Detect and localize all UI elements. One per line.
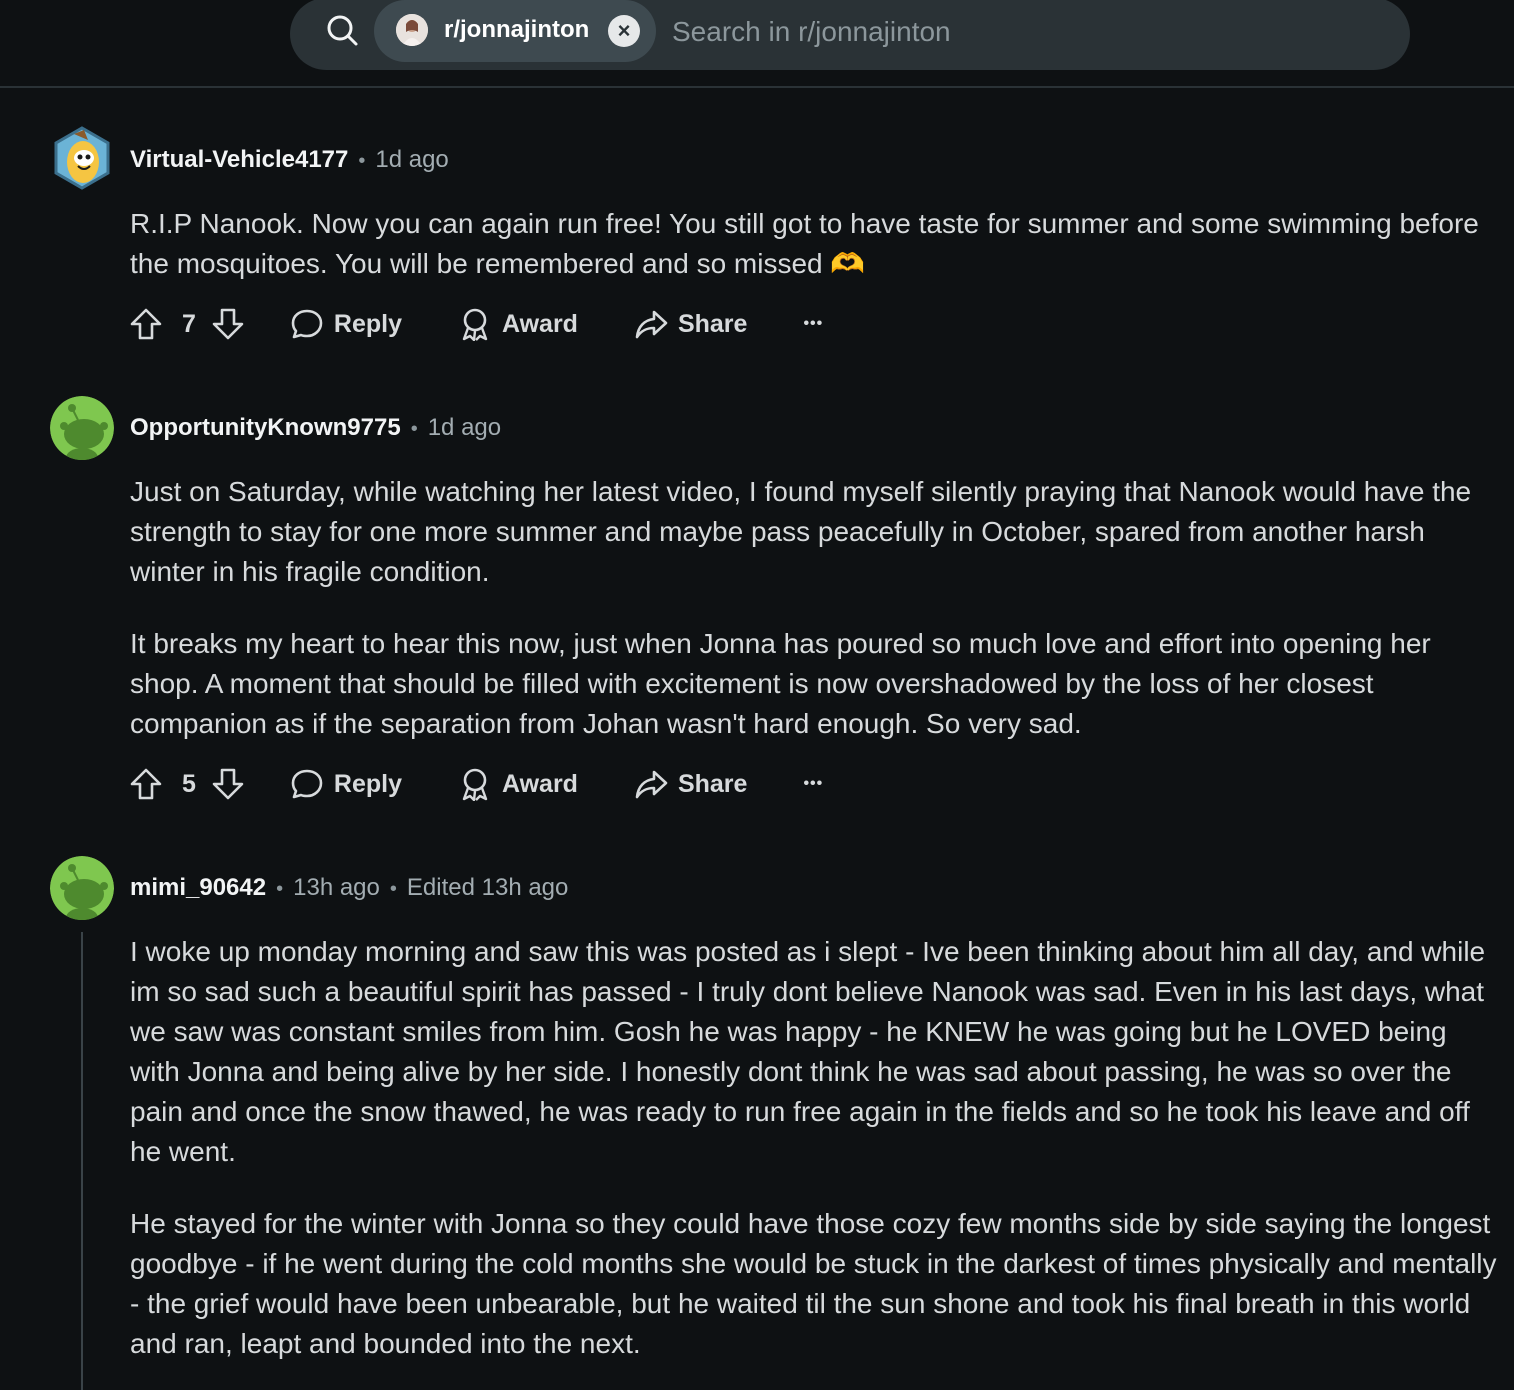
comment-paragraph: R.I.P Nanook. Now you can again run free… xyxy=(130,208,1479,279)
author-name[interactable]: Virtual-Vehicle4177 xyxy=(130,146,348,173)
author-name[interactable]: OpportunityKnown9775 xyxy=(130,414,401,441)
share-icon xyxy=(634,767,668,801)
downvote-icon[interactable] xyxy=(210,306,246,342)
comment-actions: 5 Reply Award Share ••• xyxy=(128,762,823,806)
comment-actions: 7 Reply Award Share ••• xyxy=(128,302,823,346)
meta-separator: • xyxy=(276,878,284,900)
downvote-icon[interactable] xyxy=(210,766,246,802)
comment-body: Just on Saturday, while watching her lat… xyxy=(130,472,1500,744)
close-icon[interactable]: × xyxy=(608,15,640,47)
share-button[interactable]: Share xyxy=(634,307,747,341)
award-button[interactable]: Award xyxy=(458,307,578,341)
reply-icon xyxy=(290,767,324,801)
meta-separator: • xyxy=(389,878,397,900)
timestamp[interactable]: 1d ago xyxy=(428,414,501,441)
reply-button[interactable]: Reply xyxy=(290,767,402,801)
author-name[interactable]: mimi_90642 xyxy=(130,874,266,901)
avatar[interactable] xyxy=(50,126,114,190)
more-icon[interactable]: ••• xyxy=(803,315,823,333)
more-icon[interactable]: ••• xyxy=(803,775,823,793)
reply-icon xyxy=(290,307,324,341)
search-icon[interactable] xyxy=(324,12,360,48)
comment-paragraph: It breaks my heart to hear this now, jus… xyxy=(130,628,1431,739)
comment-paragraph: Just on Saturday, while watching her lat… xyxy=(130,476,1472,587)
thread-line[interactable] xyxy=(81,932,83,1390)
meta-separator: • xyxy=(358,150,366,172)
share-button[interactable]: Share xyxy=(634,767,747,801)
award-icon xyxy=(458,767,492,801)
comment-meta: Virtual-Vehicle4177 • 1d ago xyxy=(130,142,449,178)
upvote-icon[interactable] xyxy=(128,766,164,802)
vote-count: 7 xyxy=(182,309,196,338)
top-bar: r/jonnajinton × xyxy=(0,0,1514,88)
search-input[interactable] xyxy=(672,10,1372,54)
upvote-icon[interactable] xyxy=(128,306,164,342)
avatar[interactable] xyxy=(50,856,114,920)
award-label: Award xyxy=(502,309,578,338)
reply-label: Reply xyxy=(333,309,402,338)
avatar[interactable] xyxy=(50,396,114,460)
award-icon xyxy=(458,307,492,341)
comment-paragraph: I woke up monday morning and saw this wa… xyxy=(130,936,1486,1167)
award-label: Award xyxy=(502,769,578,798)
meta-separator: • xyxy=(410,418,418,440)
vote-count: 5 xyxy=(182,769,196,798)
share-label: Share xyxy=(677,769,748,798)
comment-meta: mimi_90642 • 13h ago • Edited 13h ago xyxy=(130,870,568,906)
comment-paragraph: He stayed for the winter with Jonna so t… xyxy=(130,1208,1497,1359)
share-icon xyxy=(634,307,668,341)
share-label: Share xyxy=(677,309,748,338)
award-button[interactable]: Award xyxy=(458,767,578,801)
edited-label: Edited 13h ago xyxy=(406,874,569,901)
comment-body: R.I.P Nanook. Now you can again run free… xyxy=(130,204,1500,284)
reply-label: Reply xyxy=(333,769,402,798)
comment-meta: OpportunityKnown9775 • 1d ago xyxy=(130,410,501,446)
reply-button[interactable]: Reply xyxy=(290,307,402,341)
timestamp[interactable]: 1d ago xyxy=(375,146,448,173)
community-chip-label: r/jonnajinton xyxy=(444,16,590,43)
timestamp[interactable]: 13h ago xyxy=(293,874,380,901)
community-avatar xyxy=(396,14,428,46)
comment-body: I woke up monday morning and saw this wa… xyxy=(130,932,1500,1364)
